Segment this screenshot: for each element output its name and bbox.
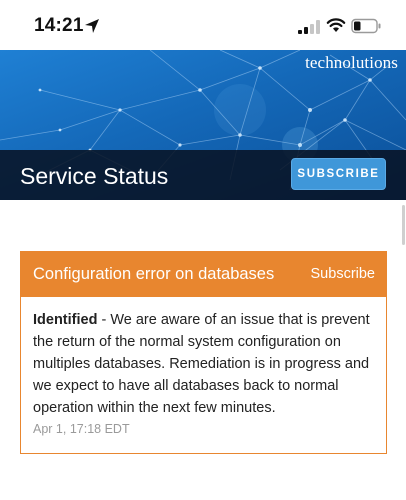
status-bar: 14:21 (0, 0, 406, 50)
title-band: Service Status SUBSCRIBE (0, 150, 406, 200)
page-title: Service Status (20, 163, 169, 189)
incident-update: Identified - We are aware of an issue th… (33, 309, 375, 419)
incident-timestamp: Apr 1, 17:18 EDT (33, 422, 130, 436)
brand-logo: technolutions (305, 53, 398, 72)
battery-icon (351, 18, 381, 34)
incident-card: Configuration error on databases Subscri… (20, 251, 387, 454)
wifi-icon (326, 18, 346, 32)
subscribe-button[interactable]: SUBSCRIBE (291, 158, 386, 190)
scroll-indicator (402, 205, 405, 245)
status-time: 14:21 (34, 15, 84, 36)
incident-separator: - (97, 312, 111, 328)
incident-status: Identified (33, 312, 98, 328)
incident-title[interactable]: Configuration error on databases (33, 265, 274, 284)
cellular-signal-icon (298, 20, 320, 34)
incident-subscribe-link[interactable]: Subscribe (311, 266, 375, 282)
incident-header: Configuration error on databases Subscri… (21, 252, 386, 297)
location-arrow-icon (85, 19, 99, 33)
hero-banner: technolutions Service Status SUBSCRIBE (0, 50, 406, 200)
